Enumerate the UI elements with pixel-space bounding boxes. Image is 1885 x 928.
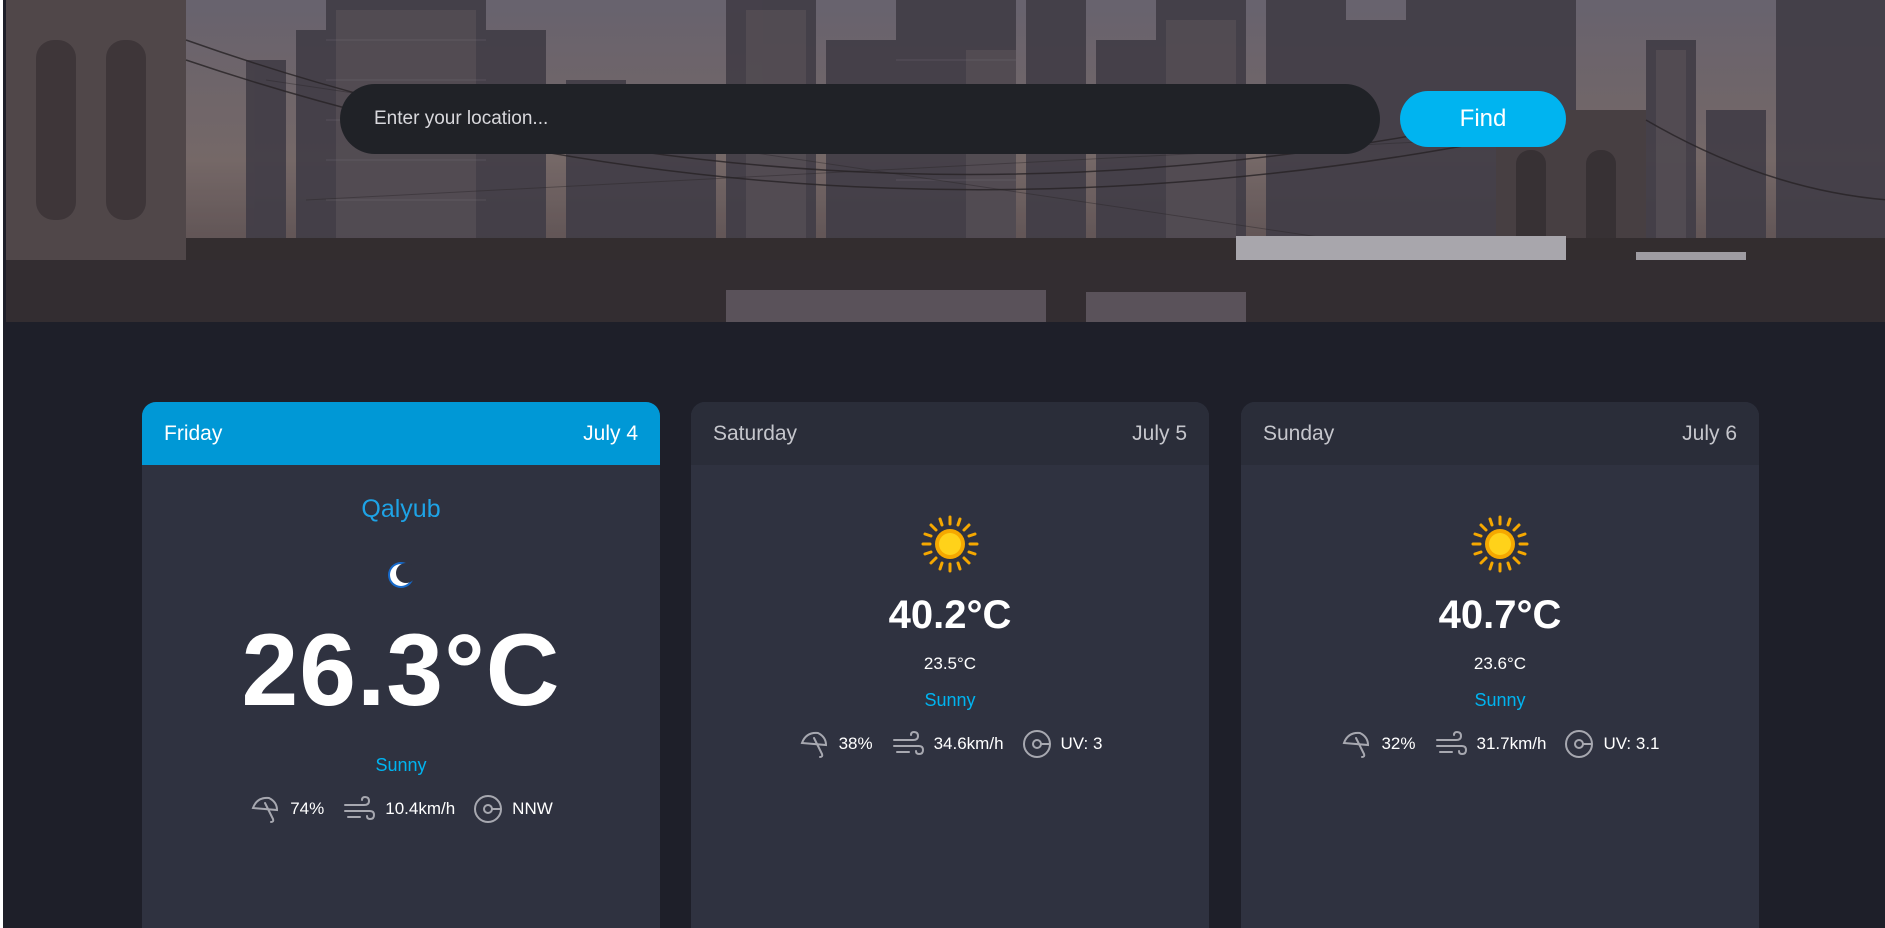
uv-value: UV: 3	[1060, 734, 1103, 753]
uv-value: UV: 3.1	[1603, 734, 1660, 753]
weather-stats: 32% 31.7km/h UV: 3.1	[1241, 729, 1759, 759]
direction-value: NNW	[512, 799, 553, 818]
min-temperature: 23.6°C	[1473, 654, 1527, 673]
day-name: Saturday	[713, 421, 798, 445]
max-temperature: 40.7°C	[1438, 593, 1562, 637]
condition-text: Sunny	[1474, 690, 1526, 710]
rain-stat: 74%	[249, 794, 324, 824]
rain-stat: 32%	[1340, 729, 1416, 759]
compass-icon	[1565, 730, 1594, 758]
sun-icon	[1471, 515, 1529, 573]
search-bar	[340, 84, 1380, 154]
hero-banner: Find	[6, 0, 1885, 322]
compass-icon	[1022, 730, 1051, 758]
direction-stat: NNW	[473, 794, 553, 824]
day-name: Sunday	[1263, 421, 1335, 445]
location-search-input[interactable]	[372, 107, 1336, 131]
wind-icon	[344, 795, 376, 821]
umbrella-icon	[800, 731, 827, 758]
min-temperature: 23.5°C	[923, 654, 977, 673]
compass-icon	[474, 795, 503, 823]
wind-stat: 31.7km/h	[1434, 729, 1547, 759]
umbrella-icon	[251, 796, 279, 823]
page: Find Friday July 4 Qalyub 26.3°C Sunny	[0, 0, 1885, 928]
current-temperature: 26.3°C	[241, 613, 561, 727]
card-header: Saturday July 5	[691, 402, 1209, 465]
forecast-card-day3: Sunday July 6 40.7°C 23.6°C Sunny 32% 31…	[1241, 402, 1759, 928]
day-name: Friday	[164, 421, 223, 445]
forecast-card-day2: Saturday July 5 40.2°C 23.5°C Sunny 38% …	[691, 402, 1209, 928]
sun-icon	[921, 515, 979, 573]
city-name: Qalyub	[361, 495, 441, 523]
max-temperature: 40.2°C	[888, 593, 1012, 637]
hero-overlay	[6, 0, 1885, 322]
date-label: July 5	[1132, 421, 1187, 445]
forecast-card-today: Friday July 4 Qalyub 26.3°C Sunny 74% 10…	[142, 402, 660, 928]
wind-stat: 34.6km/h	[891, 729, 1004, 759]
weather-stats: 38% 34.6km/h UV: 3	[691, 729, 1209, 759]
condition-text: Sunny	[375, 755, 427, 775]
rain-value: 74%	[290, 799, 325, 818]
wind-value: 34.6km/h	[933, 734, 1004, 753]
weather-stats: 74% 10.4km/h NNW	[142, 794, 660, 824]
date-label: July 6	[1682, 421, 1737, 445]
wind-stat: 10.4km/h	[342, 794, 455, 824]
wind-value: 31.7km/h	[1476, 734, 1547, 753]
date-label: July 4	[583, 421, 638, 445]
rain-stat: 38%	[798, 729, 873, 759]
uv-stat: UV: 3	[1022, 729, 1103, 759]
wind-icon	[892, 730, 924, 756]
umbrella-icon	[1343, 731, 1370, 758]
moon-icon	[388, 562, 416, 588]
card-header: Sunday July 6	[1241, 402, 1759, 465]
wind-icon	[1435, 730, 1467, 756]
condition-text: Sunny	[924, 690, 976, 710]
card-header: Friday July 4	[142, 402, 660, 465]
rain-value: 38%	[838, 734, 873, 753]
uv-stat: UV: 3.1	[1564, 729, 1660, 759]
rain-value: 32%	[1381, 734, 1416, 753]
find-button[interactable]: Find	[1400, 91, 1566, 147]
wind-value: 10.4km/h	[385, 799, 456, 818]
